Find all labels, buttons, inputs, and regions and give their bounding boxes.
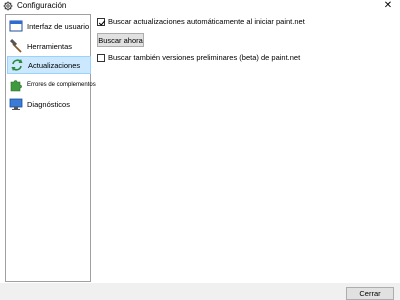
- window-icon: [9, 19, 23, 33]
- updates-panel: Buscar actualizaciones automáticamente a…: [97, 14, 397, 282]
- beta-option[interactable]: Buscar también versiones preliminares (b…: [97, 53, 300, 62]
- auto-check-option[interactable]: Buscar actualizaciones automáticamente a…: [97, 17, 305, 26]
- close-button[interactable]: Cerrar: [346, 287, 394, 300]
- sidebar-item-plugin-errors[interactable]: Errores de complementos: [7, 76, 96, 94]
- hammer-icon: [9, 38, 23, 53]
- sidebar-item-label: Actualizaciones: [28, 60, 81, 70]
- dialog-footer: Cerrar: [0, 283, 400, 300]
- sidebar-item-label: Errores de complementos: [27, 82, 96, 88]
- sidebar-item-updates[interactable]: Actualizaciones: [7, 56, 91, 74]
- check-now-button[interactable]: Buscar ahora: [97, 33, 144, 47]
- gear-icon: [3, 1, 13, 11]
- beta-label: Buscar también versiones preliminares (b…: [108, 53, 301, 62]
- close-window-button[interactable]: ✕: [376, 0, 400, 12]
- window-title: Configuración: [17, 1, 67, 10]
- beta-checkbox[interactable]: [97, 53, 105, 62]
- sidebar-item-diagnostics[interactable]: Diagnósticos: [7, 95, 91, 113]
- title-bar: Configuración ✕: [0, 0, 400, 13]
- auto-check-checkbox[interactable]: [97, 17, 106, 26]
- sidebar-item-tools[interactable]: Herramientas: [7, 37, 91, 55]
- sidebar-item-label: Interfaz de usuario: [27, 21, 90, 31]
- settings-sidebar: Interfaz de usuario Herramientas Actuali…: [5, 14, 96, 282]
- puzzle-icon: [9, 78, 23, 92]
- sidebar-item-label: Herramientas: [27, 41, 73, 51]
- monitor-icon: [9, 97, 23, 111]
- auto-check-label: Buscar actualizaciones automáticamente a…: [108, 17, 305, 26]
- sidebar-item-user-interface[interactable]: Interfaz de usuario: [7, 17, 91, 35]
- refresh-icon: [10, 58, 24, 72]
- sidebar-item-label: Diagnósticos: [27, 99, 70, 109]
